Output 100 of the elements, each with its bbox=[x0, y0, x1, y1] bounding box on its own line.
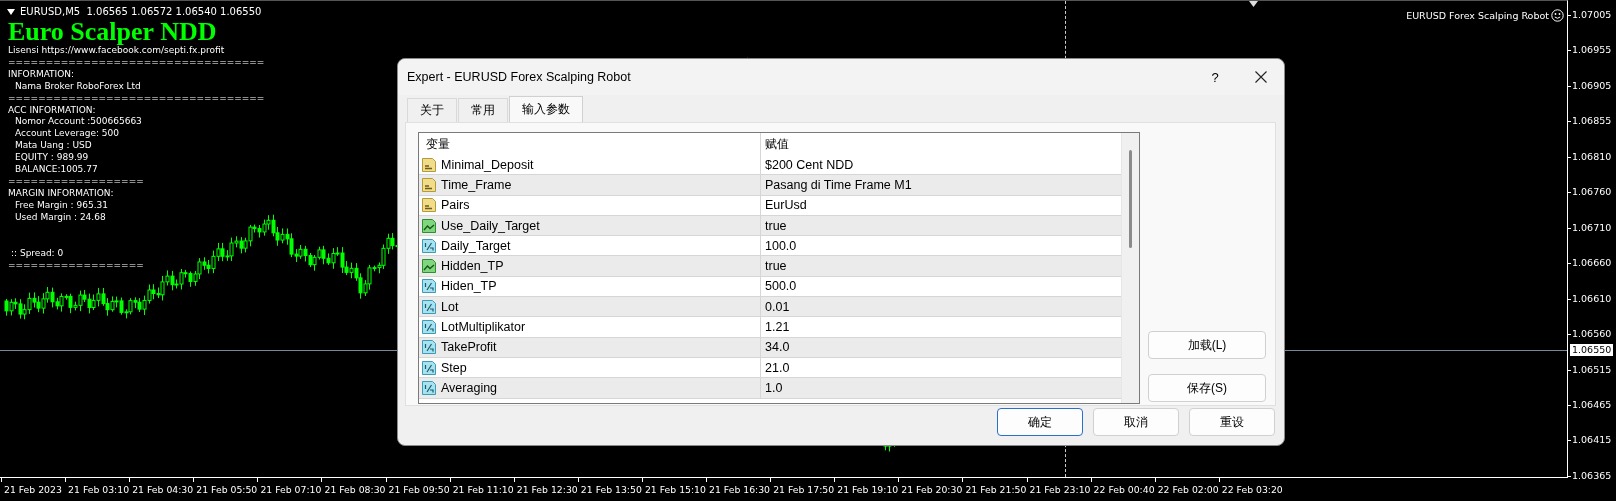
column-header[interactable]: 变量 bbox=[419, 133, 761, 155]
parameter-value[interactable]: 1.21 bbox=[761, 320, 1121, 334]
price-label: 1.06760 bbox=[1568, 186, 1616, 199]
price-label: 1.06415 bbox=[1568, 434, 1616, 447]
number-type-icon bbox=[421, 237, 437, 254]
text-type-icon bbox=[421, 176, 437, 193]
time-label: 21 Feb 08:30 bbox=[321, 478, 386, 501]
price-label: 1.06710 bbox=[1568, 221, 1616, 234]
time-label: 21 Feb 19:10 bbox=[834, 478, 899, 501]
info-line: MARGIN INFORMATION: bbox=[8, 187, 114, 200]
info-line: :: Spread: 0 bbox=[10, 246, 64, 260]
line-chart-icon bbox=[421, 217, 437, 234]
parameter-value[interactable]: $200 Cent NDD bbox=[761, 157, 1121, 172]
expert-name: EURUSD Forex Scalping Robot bbox=[1406, 10, 1549, 21]
parameter-name: Use_Daily_Target bbox=[441, 218, 540, 233]
time-label: 22 Feb 02:00 bbox=[1154, 478, 1219, 501]
side-button[interactable]: 加载(L) bbox=[1148, 331, 1266, 359]
parameter-value[interactable]: 500.0 bbox=[761, 279, 1121, 294]
parameter-name: LotMultiplikator bbox=[441, 320, 526, 334]
number-type-icon bbox=[421, 278, 437, 295]
parameter-value[interactable]: 21.0 bbox=[761, 360, 1121, 375]
parameter-value[interactable]: true bbox=[761, 218, 1121, 233]
scrollbar[interactable] bbox=[1121, 133, 1139, 403]
info-line: Lisensi https://www.facebook.com/septi.fx.profit bbox=[8, 45, 225, 57]
price-label: 1.06610 bbox=[1568, 292, 1616, 305]
time-label: 22 Feb 03:20 bbox=[1218, 478, 1283, 501]
number-type-icon bbox=[421, 359, 437, 376]
help-button[interactable]: ? bbox=[1192, 62, 1238, 92]
parameter-value[interactable]: 34.0 bbox=[761, 340, 1121, 355]
parameter-name: Pairs bbox=[441, 198, 470, 213]
time-label: 21 Feb 12:30 bbox=[513, 478, 578, 501]
parameter-name: Step bbox=[441, 360, 467, 375]
tab[interactable]: 输入参数 bbox=[509, 96, 583, 122]
price-label: 1.06515 bbox=[1568, 363, 1616, 376]
parameter-value[interactable]: EurUsd bbox=[761, 198, 1121, 213]
parameter-name: Minimal_Deposit bbox=[441, 157, 534, 172]
info-line: Used Margin : 24.68 bbox=[14, 211, 106, 224]
smiley-icon bbox=[1551, 9, 1564, 22]
info-line: EQUITY : 989.99 bbox=[14, 152, 89, 165]
indicator-title: Euro Scalper NDD bbox=[8, 19, 217, 45]
price-label: 1.06465 bbox=[1568, 399, 1616, 411]
text-type-icon bbox=[421, 156, 437, 173]
parameter-value[interactable]: Pasang di Time Frame M1 bbox=[761, 177, 1121, 192]
price-label: 1.06855 bbox=[1568, 115, 1616, 128]
time-label: 21 Feb 17:50 bbox=[770, 478, 835, 501]
tab[interactable]: 关于 bbox=[407, 98, 457, 122]
line-chart-icon bbox=[421, 258, 437, 275]
dialog-button[interactable]: 重设 bbox=[1189, 408, 1275, 436]
time-label: 21 Feb 2023 bbox=[1, 478, 66, 501]
dialog-button[interactable]: 确定 bbox=[997, 408, 1083, 436]
text-type-icon bbox=[421, 197, 437, 214]
info-line: BALANCE:1005.77 bbox=[14, 164, 98, 176]
time-label: 21 Feb 11:10 bbox=[449, 478, 514, 501]
info-line: ================== bbox=[8, 175, 144, 188]
info-line: ================== bbox=[8, 259, 144, 272]
time-label: 21 Feb 21:50 bbox=[962, 478, 1027, 501]
parameter-name: TakeProfit bbox=[441, 340, 497, 355]
tab[interactable]: 常用 bbox=[458, 98, 508, 122]
info-line: Nama Broker RoboForex Ltd bbox=[14, 80, 141, 93]
symbol-quote: EURUSD,M5 1.06565 1.06572 1.06540 1.06550 bbox=[20, 6, 262, 17]
dialog-button[interactable]: 取消 bbox=[1093, 408, 1179, 436]
info-line: Nomor Account :500665663 bbox=[14, 116, 142, 129]
info-line: Account Leverage: 500 bbox=[14, 128, 119, 141]
time-label: 21 Feb 04:30 bbox=[129, 478, 194, 501]
parameter-name: Hidden_TP bbox=[441, 259, 504, 274]
triangle-icon bbox=[1249, 1, 1258, 7]
number-type-icon bbox=[421, 339, 437, 356]
parameter-value[interactable]: true bbox=[761, 259, 1121, 274]
info-line: ================================== bbox=[8, 92, 265, 105]
price-label: 1.07005 bbox=[1568, 9, 1616, 21]
number-type-icon bbox=[421, 379, 437, 396]
parameter-name: Averaging bbox=[441, 380, 498, 395]
parameter-name: Daily_Target bbox=[441, 238, 511, 253]
number-type-icon bbox=[421, 298, 437, 315]
number-type-icon bbox=[421, 319, 437, 335]
side-button[interactable]: 保存(S) bbox=[1148, 374, 1266, 402]
column-header[interactable]: 赋值 bbox=[761, 135, 1121, 153]
price-label: 1.06660 bbox=[1568, 257, 1616, 270]
info-line: INFORMATION: bbox=[8, 68, 75, 81]
time-label: 21 Feb 09:50 bbox=[385, 478, 450, 501]
dropdown-icon[interactable] bbox=[7, 8, 15, 15]
time-label: 21 Feb 23:10 bbox=[1026, 478, 1091, 501]
info-line: Mata Uang : USD bbox=[14, 140, 92, 153]
parameter-value[interactable]: 0.01 bbox=[761, 299, 1121, 314]
time-label: 21 Feb 15:10 bbox=[641, 478, 707, 501]
time-label: 21 Feb 13:50 bbox=[577, 478, 642, 501]
info-line: Free Margin : 965.31 bbox=[14, 199, 108, 212]
parameter-value[interactable]: 1.0 bbox=[761, 380, 1121, 395]
close-icon bbox=[1255, 71, 1267, 83]
price-label: 1.06905 bbox=[1568, 79, 1616, 92]
price-label: 1.06810 bbox=[1568, 150, 1616, 163]
price-label: 1.06955 bbox=[1568, 44, 1616, 57]
parameter-name: Lot bbox=[441, 299, 459, 314]
info-line: ACC INFORMATION: bbox=[8, 104, 96, 117]
time-label: 21 Feb 03:10 bbox=[65, 478, 130, 501]
time-label: 21 Feb 16:30 bbox=[706, 478, 771, 501]
info-line: ================================== bbox=[8, 56, 265, 69]
time-label: 22 Feb 00:40 bbox=[1090, 478, 1155, 501]
time-label: 21 Feb 07:10 bbox=[257, 478, 322, 501]
parameter-value[interactable]: 100.0 bbox=[761, 238, 1121, 253]
